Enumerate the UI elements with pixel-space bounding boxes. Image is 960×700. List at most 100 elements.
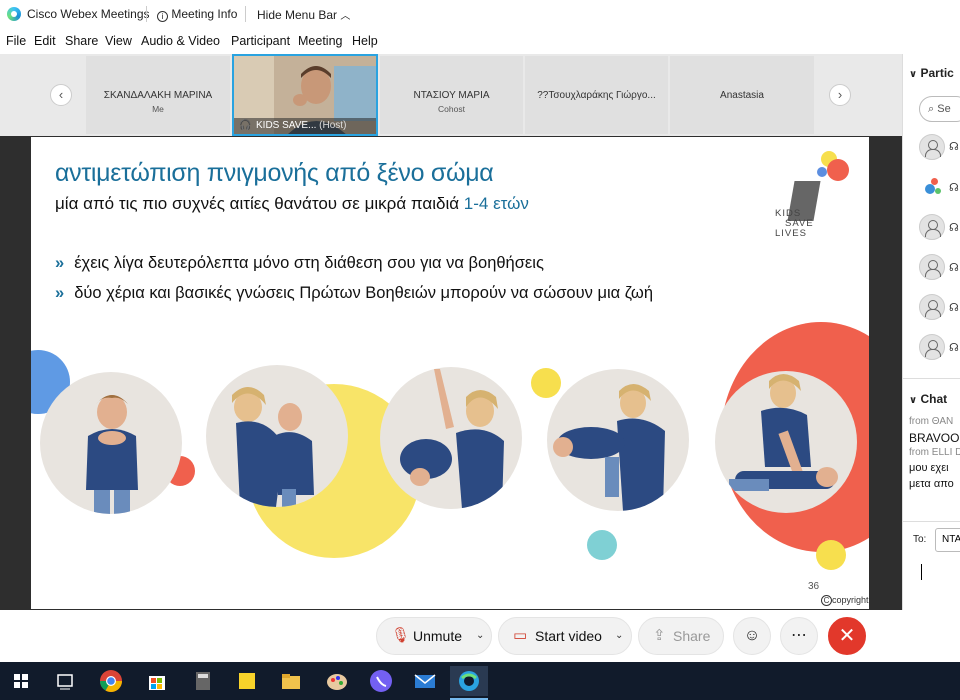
- kids-save-lives-logo: KIDS SAVE LIVES: [771, 149, 861, 249]
- photo-illustration: [553, 384, 665, 511]
- divider: [146, 6, 147, 22]
- participant-name: ΝΤΑΣΙΟΥ ΜΑΡΙΑ: [413, 90, 490, 101]
- logo-text: KIDS SAVE LIVES: [775, 209, 814, 239]
- video-off-icon: ▭: [513, 627, 528, 644]
- chevron-down-icon: ∨: [909, 395, 918, 406]
- chevron-down-icon: ⌄: [476, 630, 485, 641]
- participants-title: Partic: [920, 66, 954, 80]
- menu-help[interactable]: Help: [352, 34, 378, 48]
- paint-icon[interactable]: [322, 666, 352, 696]
- unmute-button[interactable]: 🎙 Unmute ⌄: [376, 617, 492, 655]
- participant-strip: ‹ ΣΚΑΝΔΑΛΑΚΗ ΜΑΡΙΝΑ Me ΝΤΑΣΙΟΥ ΜΑΡΙΑ Coh…: [0, 54, 902, 136]
- photo-choking-child: [40, 372, 182, 514]
- windows-taskbar: [0, 662, 960, 700]
- more-icon: ⋯: [791, 627, 807, 644]
- chevron-down-icon: ⌄: [615, 630, 624, 641]
- viber-icon[interactable]: [366, 666, 396, 696]
- menu-edit[interactable]: Edit: [34, 34, 56, 48]
- menu-meeting[interactable]: Meeting: [298, 34, 342, 48]
- menu-share[interactable]: Share: [65, 34, 98, 48]
- chat-message-input[interactable]: [909, 560, 960, 604]
- chat-message: μου εχει: [909, 462, 949, 474]
- headset-icon: ☊: [949, 342, 959, 354]
- share-button[interactable]: ⇪ Share: [638, 617, 724, 655]
- meeting-info-button[interactable]: i Meeting Info: [157, 7, 237, 22]
- menu-file[interactable]: File: [6, 34, 26, 48]
- slide-page-number: 36: [808, 581, 820, 592]
- participant-avatar: [919, 214, 945, 240]
- calculator-icon[interactable]: [188, 666, 218, 696]
- divider: [903, 521, 960, 522]
- participant-name: Anastasia: [720, 90, 764, 101]
- chat-title: Chat: [920, 392, 948, 406]
- chat-recipient-select[interactable]: ΝΤΑ: [935, 528, 960, 552]
- file-explorer-icon[interactable]: [276, 666, 306, 696]
- photo-cpr: [715, 371, 857, 513]
- store-icon[interactable]: [142, 666, 172, 696]
- close-icon: ✕: [838, 625, 856, 647]
- strip-next-button[interactable]: ›: [829, 84, 851, 106]
- host-video-tile[interactable]: 🎧 KIDS SAVE... (Host): [232, 54, 378, 136]
- headset-icon: ☊: [949, 182, 959, 194]
- share-label: Share: [673, 628, 711, 644]
- side-panel: ∨ Partic ⌕ Se ☊ ☊ ☊ ☊ ☊ ☊ ∨ Chat from ΘΑ…: [902, 54, 960, 610]
- menu-audio-video[interactable]: Audio & Video: [141, 34, 220, 48]
- photo-back-blows: [206, 365, 348, 507]
- smiley-icon: ☺: [743, 627, 761, 644]
- unmute-label: Unmute: [413, 628, 463, 644]
- start-video-button[interactable]: ▭ Start video ⌄: [498, 617, 632, 655]
- menu-participant[interactable]: Participant: [231, 34, 290, 48]
- slide-subtitle-text: μία από τις πιο συχνές αιτίες θανάτου σε…: [55, 194, 460, 213]
- photo-back-blow-strike: [380, 367, 522, 509]
- chevron-right-icon: ›: [837, 87, 843, 102]
- bullet-text: δύο χέρια και βασικές γνώσεις Πρώτων Βοη…: [74, 284, 653, 302]
- participant-tile[interactable]: Anastasia: [670, 56, 814, 134]
- mail-icon[interactable]: [410, 666, 440, 696]
- task-view-icon[interactable]: [50, 666, 80, 696]
- participant-avatar: [919, 334, 945, 360]
- hide-menu-bar-button[interactable]: Hide Menu Bar ︿: [257, 7, 350, 22]
- start-video-label: Start video: [535, 628, 602, 644]
- leave-meeting-button[interactable]: ✕: [828, 617, 866, 655]
- sticky-notes-icon[interactable]: [232, 666, 262, 696]
- participant-avatar: [919, 294, 945, 320]
- chat-header[interactable]: ∨ Chat: [909, 392, 947, 406]
- menu-bar: File Edit Share View Audio & Video Parti…: [0, 30, 960, 52]
- slide-subtitle: μία από τις πιο συχνές αιτίες θανάτου σε…: [55, 194, 529, 214]
- decor-circle-yellow-small: [816, 540, 846, 570]
- chevron-up-icon: ︿: [340, 11, 351, 22]
- slide-bullet: » δύο χέρια και βασικές γνώσεις Πρώτων Βο…: [55, 284, 653, 303]
- slide-copyright: Ccopyright: [821, 595, 869, 606]
- chat-to-label: To:: [913, 534, 927, 545]
- text-cursor: [921, 564, 922, 580]
- more-options-button[interactable]: ⋯: [780, 617, 818, 655]
- host-role: (Host): [319, 120, 347, 131]
- participant-tile[interactable]: ΝΤΑΣΙΟΥ ΜΑΡΙΑ Cohost: [380, 56, 523, 134]
- windows-start-icon[interactable]: [6, 666, 36, 696]
- bullet-text: έχεις λίγα δευτερόλεπτα μόνο στη διάθεση…: [74, 254, 544, 272]
- menu-view[interactable]: View: [105, 34, 132, 48]
- participant-tile[interactable]: ΣΚΑΝΔΑΛΑΚΗ ΜΑΡΙΝΑ Me: [86, 56, 230, 134]
- strip-prev-button[interactable]: ‹: [50, 84, 72, 106]
- reactions-button[interactable]: ☺: [733, 617, 771, 655]
- headset-icon: ☊: [949, 141, 959, 153]
- participant-tile[interactable]: ??Τσουχλαράκης Γιώργο...: [525, 56, 668, 134]
- slide-title: αντιμετώπιση πνιγμονής από ξένο σώμα: [55, 159, 494, 187]
- participant-avatar: [921, 176, 943, 198]
- participant-search-input[interactable]: ⌕ Se: [919, 96, 960, 122]
- chat-message: BRAVOO: [909, 431, 960, 445]
- divider: [903, 378, 960, 379]
- participants-header[interactable]: ∨ Partic: [909, 66, 954, 80]
- participant-avatar: [919, 134, 945, 160]
- headset-icon: ☊: [949, 222, 959, 234]
- webex-taskbar-icon[interactable]: [450, 666, 488, 700]
- copyright-text: copyright: [832, 595, 869, 605]
- chrome-icon[interactable]: [96, 666, 126, 696]
- webex-logo-icon: [7, 7, 21, 21]
- divider: [245, 6, 246, 22]
- participant-name: ??Τσουχλαράκης Γιώργο...: [537, 90, 656, 101]
- participant-role: Me: [152, 104, 164, 114]
- title-bar: Cisco Webex Meetings i Meeting Info Hide…: [0, 0, 960, 28]
- photo-illustration: [729, 374, 838, 491]
- logo-balloon: [827, 159, 849, 181]
